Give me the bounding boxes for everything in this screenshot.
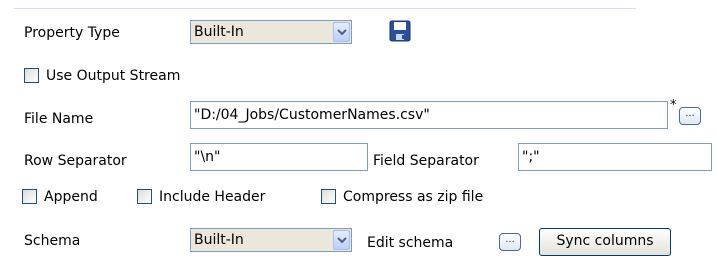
include-header-checkbox[interactable] xyxy=(137,189,152,204)
edit-schema-button[interactable]: ... xyxy=(499,233,521,251)
chevron-down-icon[interactable] xyxy=(333,230,350,250)
append-checkbox[interactable] xyxy=(22,189,37,204)
schema-select[interactable]: Built-In xyxy=(190,228,352,252)
use-output-stream-label: Use Output Stream xyxy=(46,68,181,84)
chevron-down-icon[interactable] xyxy=(333,22,350,42)
property-type-select[interactable]: Built-In xyxy=(190,20,352,44)
save-icon[interactable] xyxy=(388,19,412,43)
use-output-stream-checkbox[interactable] xyxy=(24,68,39,83)
row-separator-label: Row Separator xyxy=(24,153,127,169)
required-marker: * xyxy=(670,98,677,113)
browse-file-button[interactable]: ... xyxy=(679,107,701,125)
section-divider xyxy=(14,8,636,9)
include-header-label: Include Header xyxy=(159,189,266,205)
schema-value: Built-In xyxy=(194,232,244,248)
append-label: Append xyxy=(44,189,98,205)
property-type-value: Built-In xyxy=(194,24,244,40)
edit-schema-label: Edit schema xyxy=(367,235,454,251)
field-separator-label: Field Separator xyxy=(373,153,479,169)
compress-zip-label: Compress as zip file xyxy=(343,189,484,205)
file-name-label: File Name xyxy=(24,111,94,127)
file-name-input[interactable]: "D:/04_Jobs/CustomerNames.csv" xyxy=(190,101,668,129)
row-separator-input[interactable]: "\n" xyxy=(190,143,368,171)
field-separator-input[interactable]: ";" xyxy=(518,143,712,171)
sync-columns-button[interactable]: Sync columns xyxy=(539,228,671,256)
property-type-label: Property Type xyxy=(24,25,120,41)
schema-label: Schema xyxy=(24,233,81,249)
compress-zip-checkbox[interactable] xyxy=(321,189,336,204)
